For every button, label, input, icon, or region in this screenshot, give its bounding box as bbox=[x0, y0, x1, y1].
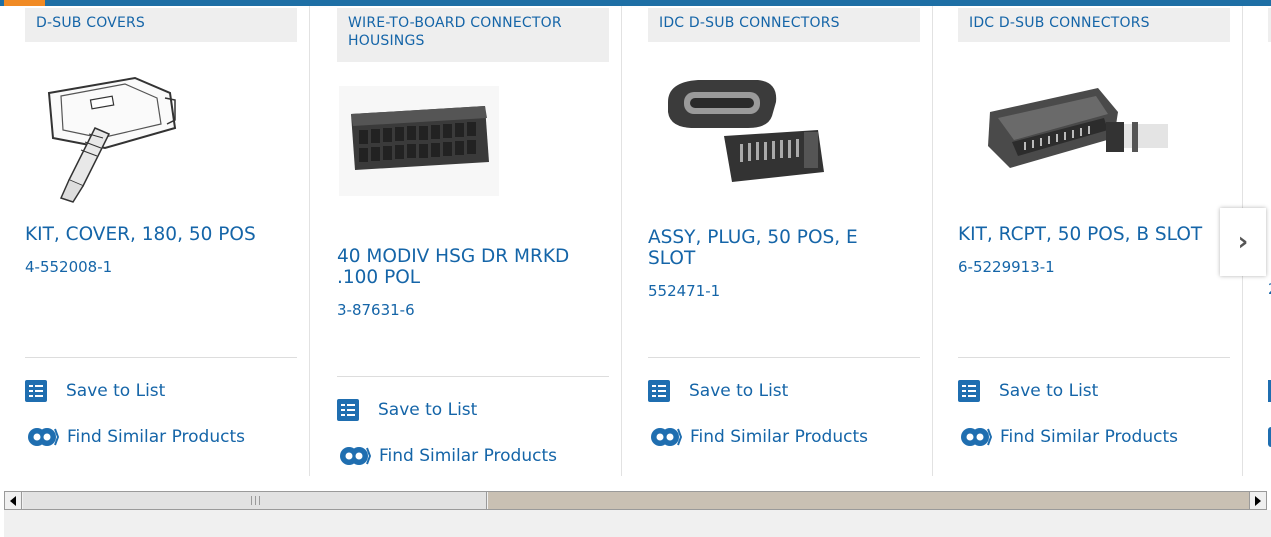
part-number[interactable]: 3-87631-6 bbox=[337, 301, 415, 319]
separator bbox=[648, 357, 920, 358]
product-card: IDC D-SUB CONNECTORS KIT, RCPT, 50 POS, … bbox=[933, 6, 1243, 476]
scrollbar-thumb[interactable] bbox=[23, 492, 487, 509]
save-to-list-label: Save to List bbox=[66, 381, 166, 401]
find-similar-label: Find Similar Products bbox=[690, 427, 868, 447]
separator bbox=[25, 357, 297, 358]
bottom-panel bbox=[4, 510, 1271, 537]
product-image-plug[interactable] bbox=[648, 72, 920, 222]
product-card: D-SUB COVERS KIT, COVER, 180, 50 POS 4-5… bbox=[0, 6, 310, 476]
product-card: IDC D-SUB CONNECTORS ASSY, PLUG, 50 POS,… bbox=[623, 6, 933, 476]
horizontal-scrollbar[interactable] bbox=[4, 491, 1267, 510]
part-number[interactable]: 6-5229913-1 bbox=[958, 258, 1055, 276]
chevron-right-icon: › bbox=[1237, 227, 1249, 257]
checklist-icon bbox=[648, 380, 670, 402]
product-title[interactable]: ASSY, PLUG, 50 POS, E SLOT bbox=[648, 227, 898, 269]
separator bbox=[958, 357, 1230, 358]
part-number[interactable]: 4-552008-1 bbox=[25, 258, 112, 276]
save-to-list-label: Save to List bbox=[689, 381, 789, 401]
product-card: WIRE-TO-BOARD CONNECTOR HOUSINGS 40 MODI… bbox=[312, 6, 622, 476]
save-to-list-button[interactable]: Save to List bbox=[25, 380, 165, 402]
product-carousel: D-SUB COVERS KIT, COVER, 180, 50 POS 4-5… bbox=[0, 6, 1271, 486]
gear-cluster-icon bbox=[651, 428, 682, 446]
product-title[interactable]: KIT, RCPT, 50 POS, B SLOT bbox=[958, 224, 1248, 245]
product-title[interactable]: KIT, COVER, 180, 50 POS bbox=[25, 224, 315, 245]
grip-icon bbox=[251, 496, 260, 505]
scroll-left-button[interactable] bbox=[5, 492, 22, 509]
gear-cluster-icon bbox=[961, 428, 992, 446]
separator bbox=[337, 376, 609, 377]
scroll-right-button[interactable] bbox=[1249, 492, 1266, 509]
save-to-list-button[interactable]: Save to List bbox=[337, 399, 477, 421]
category-label[interactable]: IDC D-SUB CONNECTORS bbox=[958, 8, 1230, 42]
left-arrow-icon bbox=[10, 495, 16, 506]
save-to-list-label: Save to List bbox=[378, 400, 478, 420]
save-to-list-label: Save to List bbox=[999, 381, 1099, 401]
find-similar-button[interactable]: Find Similar Products bbox=[25, 425, 245, 449]
save-to-list-button[interactable]: Save to List bbox=[648, 380, 788, 402]
scrollbar-track[interactable] bbox=[488, 492, 1250, 509]
save-to-list-button[interactable]: Save to List bbox=[958, 380, 1098, 402]
category-label[interactable]: IDC D-SUB CONNECTORS bbox=[648, 8, 920, 42]
product-title[interactable]: 40 MODIV HSG DR MRKD .100 POL bbox=[337, 246, 607, 288]
product-image-receptacle[interactable] bbox=[958, 72, 1230, 222]
find-similar-label: Find Similar Products bbox=[67, 427, 245, 447]
right-arrow-icon bbox=[1255, 495, 1261, 506]
find-similar-label: Find Similar Products bbox=[1000, 427, 1178, 447]
category-label[interactable]: D-SUB COVERS bbox=[25, 8, 297, 42]
checklist-icon bbox=[337, 399, 359, 421]
category-label[interactable]: WIRE-TO-BOARD CONNECTOR HOUSINGS bbox=[337, 8, 609, 62]
carousel-next-button[interactable]: › bbox=[1220, 208, 1266, 276]
find-similar-button[interactable]: Find Similar Products bbox=[337, 444, 557, 468]
gear-cluster-icon bbox=[28, 428, 59, 446]
checklist-icon bbox=[25, 380, 47, 402]
product-image-housing[interactable] bbox=[337, 86, 609, 236]
checklist-icon bbox=[958, 380, 980, 402]
find-similar-button[interactable]: Find Similar Products bbox=[648, 425, 868, 449]
find-similar-label: Find Similar Products bbox=[379, 446, 557, 466]
product-image-cover[interactable] bbox=[25, 68, 297, 218]
part-number[interactable]: 552471-1 bbox=[648, 282, 720, 300]
find-similar-button[interactable]: Find Similar Products bbox=[958, 425, 1178, 449]
gear-cluster-icon bbox=[340, 447, 371, 465]
